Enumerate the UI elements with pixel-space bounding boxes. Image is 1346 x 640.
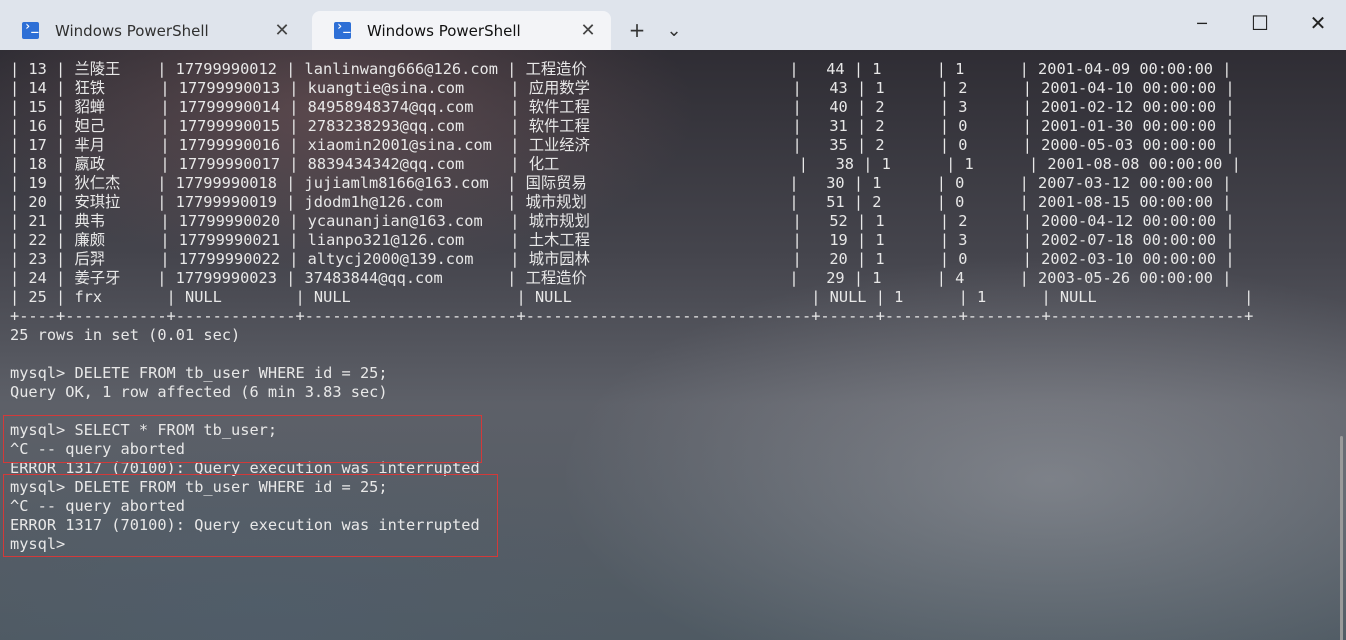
terminal-line: | 20 | 安琪拉 | 17799990019 | jdodm1h@126.c… xyxy=(10,193,1232,211)
terminal-line: | 22 | 廉颇 | 17799990021 | lianpo321@126.… xyxy=(10,231,1235,249)
terminal-line: | 13 | 兰陵王 | 17799990012 | lanlinwang666… xyxy=(10,60,1232,78)
terminal-line: ^C -- query aborted xyxy=(10,440,185,458)
terminal-line: | 24 | 姜子牙 | 17799990023 | 37483844@qq.c… xyxy=(10,269,1232,287)
terminal-line: ERROR 1317 (70100): Query execution was … xyxy=(10,516,480,534)
terminal-line: | 15 | 貂蝉 | 17799990014 | 84958948374@qq… xyxy=(10,98,1235,116)
terminal-text: | 13 | 兰陵王 | 17799990012 | lanlinwang666… xyxy=(10,60,1253,554)
tab-powershell-2[interactable]: Windows PowerShell ✕ xyxy=(312,11,611,50)
chevron-down-icon[interactable]: ⌄ xyxy=(657,14,691,46)
terminal-line: mysql> SELECT * FROM tb_user; xyxy=(10,421,278,439)
terminal-line: 25 rows in set (0.01 sec) xyxy=(10,326,241,344)
terminal-output[interactable]: | 13 | 兰陵王 | 17799990012 | lanlinwang666… xyxy=(0,50,1346,640)
terminal-line: | 17 | 芈月 | 17799990016 | xiaomin2001@si… xyxy=(10,136,1235,154)
terminal-line: | 18 | 嬴政 | 17799990017 | 8839434342@qq.… xyxy=(10,155,1241,173)
close-icon: ✕ xyxy=(1309,11,1327,35)
terminal-line: | 19 | 狄仁杰 | 17799990018 | jujiamlm8166@… xyxy=(10,174,1232,192)
powershell-icon xyxy=(334,19,351,39)
terminal-line: | 21 | 典韦 | 17799990020 | ycaunanjian@16… xyxy=(10,212,1235,230)
maximize-button[interactable]: ☐ xyxy=(1231,0,1289,46)
plus-icon[interactable]: + xyxy=(620,14,654,46)
terminal-line: mysql> DELETE FROM tb_user WHERE id = 25… xyxy=(10,364,388,382)
terminal-line: | 14 | 狂铁 | 17799990013 | kuangtie@sina.… xyxy=(10,79,1235,97)
scrollbar[interactable] xyxy=(1340,436,1343,640)
tab-powershell-1[interactable]: Windows PowerShell ✕ xyxy=(0,11,305,50)
close-icon[interactable]: ✕ xyxy=(271,20,293,41)
maximize-icon: ☐ xyxy=(1251,11,1269,35)
terminal-line: mysql> xyxy=(10,535,75,553)
terminal-line: | 23 | 后羿 | 17799990022 | altycj2000@139… xyxy=(10,250,1235,268)
terminal-line: Query OK, 1 row affected (6 min 3.83 sec… xyxy=(10,383,388,401)
terminal-line: | 16 | 妲己 | 17799990015 | 2783238293@qq.… xyxy=(10,117,1235,135)
close-icon[interactable]: ✕ xyxy=(577,20,599,41)
tab-title: Windows PowerShell xyxy=(367,21,521,40)
terminal-line: +----+-----------+-------------+--------… xyxy=(10,307,1254,325)
tab-bar: Windows PowerShell ✕ Windows PowerShell … xyxy=(0,0,1346,50)
terminal-line: ERROR 1317 (70100): Query execution was … xyxy=(10,459,480,477)
terminal-line: ^C -- query aborted xyxy=(10,497,185,515)
terminal-line: mysql> DELETE FROM tb_user WHERE id = 25… xyxy=(10,478,388,496)
close-button[interactable]: ✕ xyxy=(1289,0,1346,46)
tab-title: Windows PowerShell xyxy=(55,21,209,40)
minimize-icon: ─ xyxy=(1197,13,1207,33)
powershell-icon xyxy=(22,19,39,39)
terminal-line: | 25 | frx | NULL | NULL | NULL | NULL |… xyxy=(10,288,1254,306)
minimize-button[interactable]: ─ xyxy=(1173,0,1231,46)
